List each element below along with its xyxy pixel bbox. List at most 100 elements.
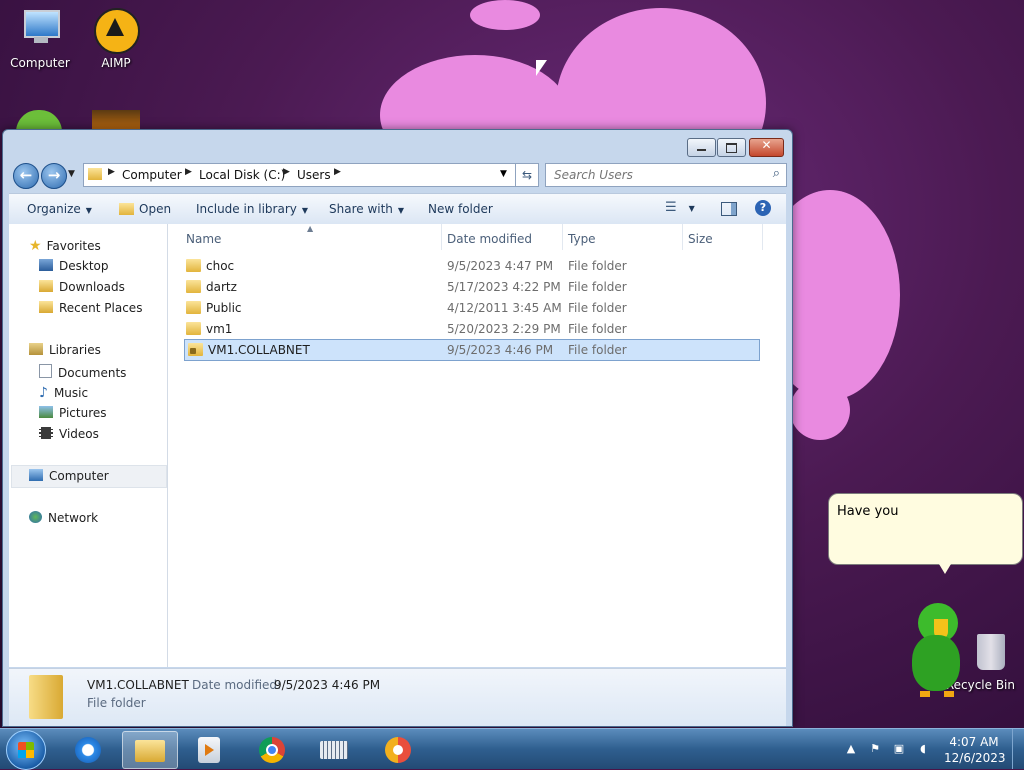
close-button[interactable]: ✕	[749, 138, 784, 157]
taskbar-windows-explorer[interactable]	[122, 731, 178, 769]
column-divider[interactable]	[441, 224, 442, 250]
sort-indicator-icon: ▲	[307, 224, 314, 233]
nav-music[interactable]: ♪ Music	[39, 385, 88, 401]
desktop-icon-aimp[interactable]: AIMP	[76, 8, 156, 70]
nav-downloads[interactable]: Downloads	[39, 280, 125, 294]
details-pane: VM1.COLLABNET Date modified: 9/5/2023 4:…	[9, 668, 786, 726]
aimp-icon	[92, 8, 140, 54]
breadcrumb-separator[interactable]: ▶	[283, 167, 290, 177]
breadcrumb-separator[interactable]: ▶	[334, 167, 341, 177]
nav-videos[interactable]: Videos	[39, 427, 99, 441]
taskbar-chrome[interactable]	[246, 731, 300, 767]
show-desktop-button[interactable]	[1012, 729, 1024, 769]
vpn-icon	[385, 737, 411, 763]
downloads-icon	[39, 280, 53, 292]
action-center-flag-icon[interactable]: ⚑	[868, 742, 882, 756]
chevron-down-icon: ▼	[397, 206, 405, 215]
taskbar-media-player[interactable]	[182, 731, 236, 767]
nav-label: Videos	[59, 427, 99, 441]
column-header-date-modified[interactable]: Date modified	[447, 232, 532, 246]
game-icon[interactable]	[92, 110, 140, 130]
libraries-icon	[29, 343, 43, 355]
command-bar: Organize ▼ Open Include in library ▼ Share…	[9, 193, 786, 225]
include-in-library-menu[interactable]: Include in library ▼	[196, 202, 308, 216]
keyboard-icon	[320, 741, 348, 759]
column-header-type[interactable]: Type	[568, 232, 596, 246]
address-bar[interactable]: ▶ Computer ▶ Local Disk (C:) ▶ Users ▶ ▼	[83, 163, 535, 187]
column-divider[interactable]	[682, 224, 683, 250]
nav-pictures[interactable]: Pictures	[39, 406, 107, 420]
help-button[interactable]: ?	[755, 200, 771, 216]
media-player-icon	[198, 737, 220, 763]
nav-computer[interactable]: Computer	[29, 469, 109, 483]
search-icon[interactable]: ⌕	[773, 166, 780, 181]
open-button[interactable]: Open	[119, 202, 171, 216]
maximize-button[interactable]	[717, 138, 746, 157]
nav-desktop[interactable]: Desktop	[39, 259, 109, 273]
breadcrumb-separator[interactable]: ▶	[185, 167, 192, 177]
nav-libraries[interactable]: Libraries	[29, 343, 101, 357]
row-type: File folder	[568, 259, 627, 273]
network-icon	[29, 511, 42, 523]
row-date: 5/17/2023 4:22 PM	[447, 280, 561, 294]
column-header-size[interactable]: Size	[688, 232, 713, 246]
breadcrumb-local-disk[interactable]: Local Disk (C:)	[199, 168, 285, 182]
videos-icon	[39, 427, 53, 439]
assistant-message: Have you	[837, 504, 899, 519]
locked-folder-icon	[188, 343, 203, 356]
row-type: File folder	[568, 280, 627, 294]
system-clock[interactable]: 4:07 AM 12/6/2023	[944, 734, 1006, 766]
search-input[interactable]	[552, 167, 756, 183]
search-box[interactable]: ⌕	[545, 163, 787, 187]
nav-favorites[interactable]: ★ Favorites	[29, 238, 101, 254]
minimize-button[interactable]	[687, 138, 716, 157]
breadcrumb-computer[interactable]: Computer	[122, 168, 182, 182]
breadcrumb-users[interactable]: Users	[297, 168, 331, 182]
file-list: ▲ Name Date modified Type Size choc 9/5/…	[168, 224, 786, 667]
column-header-name[interactable]: Name	[186, 232, 221, 246]
new-folder-button[interactable]: New folder	[428, 202, 493, 216]
recent-pages-dropdown[interactable]: ▼	[68, 169, 75, 179]
column-divider[interactable]	[562, 224, 563, 250]
table-row-selected[interactable]: VM1.COLLABNET 9/5/2023 4:46 PM File fold…	[184, 339, 760, 361]
table-row[interactable]: choc 9/5/2023 4:47 PM File folder	[182, 256, 756, 276]
folder-icon	[186, 280, 201, 293]
title-bar[interactable]: ✕	[3, 130, 792, 160]
breadcrumb-separator: ▶	[108, 167, 115, 177]
parrot-assistant-icon[interactable]	[910, 603, 970, 703]
row-name: dartz	[206, 280, 237, 294]
nav-label: Downloads	[59, 280, 125, 294]
change-view-button[interactable]: ☰ ▼	[665, 200, 695, 215]
taskbar-vpn-app[interactable]	[372, 731, 426, 767]
start-button[interactable]	[6, 730, 46, 770]
address-history-dropdown[interactable]: ▼	[500, 169, 507, 179]
details-name: VM1.COLLABNET	[87, 678, 189, 692]
table-row[interactable]: dartz 5/17/2023 4:22 PM File folder	[182, 277, 756, 297]
chevron-down-icon: ▼	[688, 204, 695, 213]
volume-muted-icon[interactable]: ◖	[916, 742, 930, 756]
taskbar-keyboard-app[interactable]	[308, 731, 362, 767]
nav-recent-places[interactable]: Recent Places	[39, 301, 142, 315]
nav-label: Libraries	[49, 343, 101, 357]
back-button[interactable]: ←	[13, 163, 39, 189]
close-icon: ✕	[761, 138, 772, 152]
share-with-menu[interactable]: Share with ▼	[329, 202, 404, 216]
forward-button[interactable]: →	[41, 163, 67, 189]
taskbar-internet-explorer[interactable]	[62, 731, 116, 767]
show-hidden-icons-icon[interactable]: ▲	[844, 742, 858, 756]
row-date: 9/5/2023 4:47 PM	[447, 259, 554, 273]
folder-icon	[88, 168, 102, 180]
table-row[interactable]: Public 4/12/2011 3:45 AM File folder	[182, 298, 756, 318]
row-name: VM1.COLLABNET	[208, 343, 310, 357]
nav-network[interactable]: Network	[29, 511, 98, 525]
row-name: Public	[206, 301, 242, 315]
desktop-icon-computer[interactable]: Computer	[0, 8, 80, 70]
column-divider[interactable]	[762, 224, 763, 250]
preview-pane-button[interactable]	[721, 202, 737, 216]
network-tray-icon[interactable]: ▣	[892, 742, 906, 756]
table-row[interactable]: vm1 5/20/2023 2:29 PM File folder	[182, 319, 756, 339]
refresh-button[interactable]: ⇆	[515, 163, 539, 187]
nav-documents[interactable]: Documents	[39, 364, 126, 380]
internet-explorer-icon	[75, 737, 101, 763]
organize-menu[interactable]: Organize ▼	[27, 202, 92, 216]
